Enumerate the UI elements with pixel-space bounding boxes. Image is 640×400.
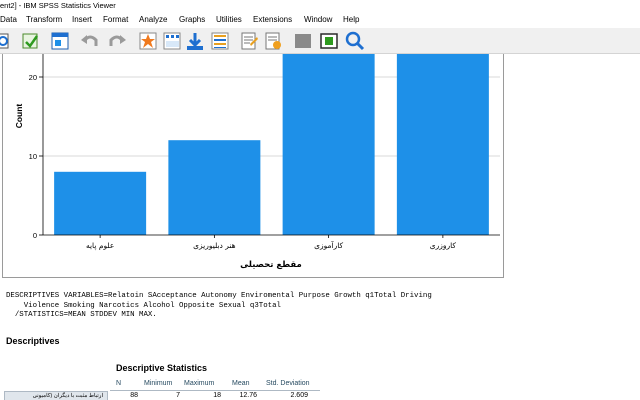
syntax-line-1: DESCRIPTIVES VARIABLES=Relatoin SAccepta… bbox=[6, 292, 432, 300]
bar-2 bbox=[282, 54, 375, 235]
cell-minimum: 7 bbox=[176, 392, 180, 399]
col-header-minimum: Minimum bbox=[144, 380, 173, 387]
cell-maximum: 18 bbox=[213, 392, 221, 399]
row-label: ارتباط مثبت با دیگران (کامیونی bbox=[4, 391, 108, 400]
x-tick-label-1: هنر دبلیوریزی bbox=[193, 241, 236, 250]
bar-chart[interactable]: 0 10 20 علوم پایه هنر دبلیوریزی کارآموزی کاروز… bbox=[2, 54, 504, 278]
x-axis-label: مقطع تحصیلی bbox=[240, 260, 302, 270]
col-header-mean: Mean bbox=[232, 380, 250, 387]
menu-extensions[interactable]: Extensions bbox=[253, 12, 292, 28]
syntax-line-3: /STATISTICS=MEAN STDDEV MIN MAX. bbox=[6, 311, 157, 319]
y-tick-label-2: 20 bbox=[29, 73, 37, 82]
menu-analyze[interactable]: Analyze bbox=[139, 12, 167, 28]
goto-case-icon[interactable] bbox=[137, 30, 159, 52]
y-tick-label-1: 10 bbox=[29, 152, 37, 161]
export-icon[interactable] bbox=[20, 30, 42, 52]
designate-window-icon[interactable] bbox=[262, 30, 284, 52]
col-header-std-deviation: Std. Deviation bbox=[266, 380, 310, 387]
col-header-maximum: Maximum bbox=[184, 380, 215, 387]
cell-std-deviation: 2.609 bbox=[290, 392, 308, 399]
menu-insert[interactable]: Insert bbox=[72, 12, 92, 28]
hide-icon[interactable] bbox=[318, 30, 340, 52]
variables-icon[interactable] bbox=[184, 30, 206, 52]
undo-icon[interactable] bbox=[79, 30, 101, 52]
x-tick-label-3: کاروزری bbox=[430, 241, 457, 250]
cell-mean: 12.76 bbox=[239, 392, 257, 399]
menu-data[interactable]: Data bbox=[0, 12, 17, 28]
select-cases-icon[interactable] bbox=[209, 30, 231, 52]
col-header-n: N bbox=[116, 380, 122, 387]
spss-viewer-window: ent2] - IBM SPSS Statistics Viewer Data … bbox=[0, 0, 640, 400]
menu-graphs[interactable]: Graphs bbox=[179, 12, 205, 28]
cell-n: 88 bbox=[130, 392, 138, 399]
toolbar bbox=[0, 28, 640, 54]
y-axis-label: Count bbox=[14, 104, 24, 129]
insert-text-icon[interactable] bbox=[238, 30, 260, 52]
y-tick-label-0: 0 bbox=[33, 231, 37, 240]
x-tick-label-2: کارآموزی bbox=[314, 240, 343, 250]
menu-transform[interactable]: Transform bbox=[26, 12, 62, 28]
menu-window[interactable]: Window bbox=[304, 12, 332, 28]
recall-dialog-icon[interactable] bbox=[49, 30, 71, 52]
print-preview-icon[interactable] bbox=[0, 30, 14, 52]
menu-utilities[interactable]: Utilities bbox=[216, 12, 242, 28]
x-tick-label-0: علوم پایه bbox=[86, 241, 114, 250]
descriptives-heading: Descriptives bbox=[6, 336, 60, 346]
bar-3 bbox=[396, 54, 489, 235]
descriptives-syntax: DESCRIPTIVES VARIABLES=Relatoin SAccepta… bbox=[6, 292, 432, 321]
menu-help[interactable]: Help bbox=[343, 12, 359, 28]
bar-0 bbox=[54, 171, 147, 235]
title-bar: ent2] - IBM SPSS Statistics Viewer bbox=[0, 0, 640, 12]
search-icon[interactable] bbox=[344, 30, 366, 52]
menu-format[interactable]: Format bbox=[103, 12, 128, 28]
syntax-line-2: Violence Smoking Narcotics Alcohol Oppos… bbox=[6, 301, 281, 310]
bar-1 bbox=[168, 140, 261, 235]
descriptive-statistics-title: Descriptive Statistics bbox=[116, 363, 208, 373]
bar-chart-svg: 0 10 20 علوم پایه هنر دبلیوریزی کارآموزی کاروز… bbox=[14, 54, 500, 270]
goto-variable-icon[interactable] bbox=[161, 30, 183, 52]
output-viewer-content: 0 10 20 علوم پایه هنر دبلیوریزی کارآموزی کاروز… bbox=[0, 54, 640, 400]
menu-bar: Data Transform Insert Format Analyze Gra… bbox=[0, 12, 640, 28]
redo-icon[interactable] bbox=[106, 30, 128, 52]
show-all-icon[interactable] bbox=[292, 30, 314, 52]
window-title: ent2] - IBM SPSS Statistics Viewer bbox=[0, 1, 116, 10]
